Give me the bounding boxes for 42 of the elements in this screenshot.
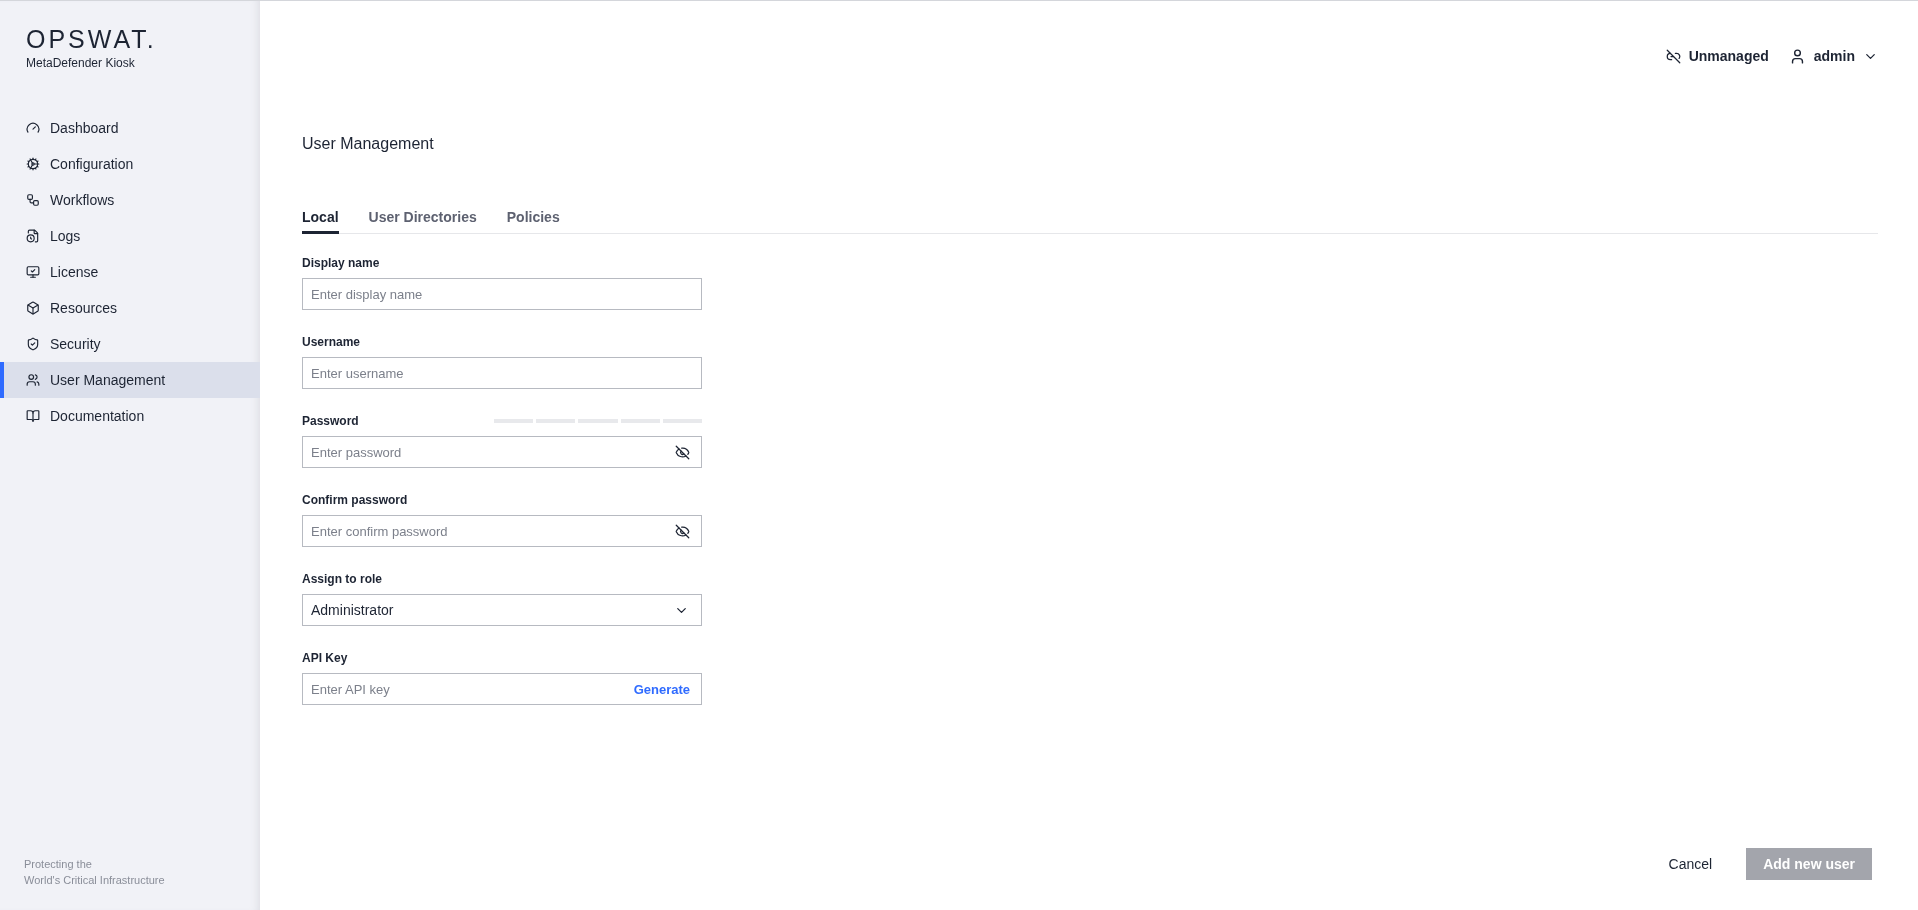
nav-item[interactable]: Security	[0, 326, 260, 362]
gear-icon	[26, 157, 40, 171]
nav-item[interactable]: Logs	[0, 218, 260, 254]
eye-slash-icon[interactable]	[675, 444, 690, 460]
nav-item[interactable]: Documentation	[0, 398, 260, 434]
nav-item[interactable]: License	[0, 254, 260, 290]
role-dropdown[interactable]: Administrator	[302, 594, 702, 626]
users-icon	[26, 373, 40, 387]
field-label: API Key	[302, 651, 348, 665]
tab[interactable]: Local	[302, 209, 339, 234]
field-label: Display name	[302, 256, 380, 270]
eye-slash-icon[interactable]	[675, 523, 690, 539]
password-field[interactable]: Enter confirm password	[302, 515, 702, 547]
nav-item[interactable]: Dashboard	[0, 110, 260, 146]
tagline: Protecting the World's Critical Infrastructure	[23, 857, 166, 888]
log-clock-icon	[26, 229, 40, 243]
password-field[interactable]: Enter password	[302, 436, 702, 468]
logo: OPSWAT.	[26, 25, 158, 54]
nav-item[interactable]: Resources	[0, 290, 260, 326]
field-label: Confirm password	[302, 493, 408, 507]
tab[interactable]: Policies	[506, 209, 560, 234]
book-icon	[26, 409, 40, 423]
nav-item[interactable]: User Management	[0, 362, 260, 398]
cancel-button[interactable]: Cancel	[1668, 848, 1713, 880]
nav-item[interactable]: Configuration	[0, 146, 260, 182]
page-title: User Management	[302, 135, 435, 153]
status-label[interactable]: Unmanaged	[1665, 48, 1769, 64]
flow-icon	[26, 193, 40, 207]
field-label: Username	[302, 335, 361, 349]
shield-check-icon	[26, 337, 40, 351]
gauge-icon	[26, 121, 40, 135]
tab[interactable]: User Directories	[368, 209, 477, 234]
product-name: MetaDefender Kiosk	[26, 56, 136, 70]
field-label: Assign to role	[302, 572, 382, 586]
user-menu[interactable]: admin	[1788, 47, 1878, 65]
nav-item[interactable]: Workflows	[0, 182, 260, 218]
generate-link[interactable]: Generate	[633, 681, 690, 697]
text-field[interactable]: Enter username	[302, 357, 702, 389]
unlinked-icon	[1665, 48, 1681, 64]
text-field[interactable]: Enter display name	[302, 278, 702, 310]
cube-icon	[26, 301, 40, 315]
field-label: Password	[302, 414, 359, 428]
